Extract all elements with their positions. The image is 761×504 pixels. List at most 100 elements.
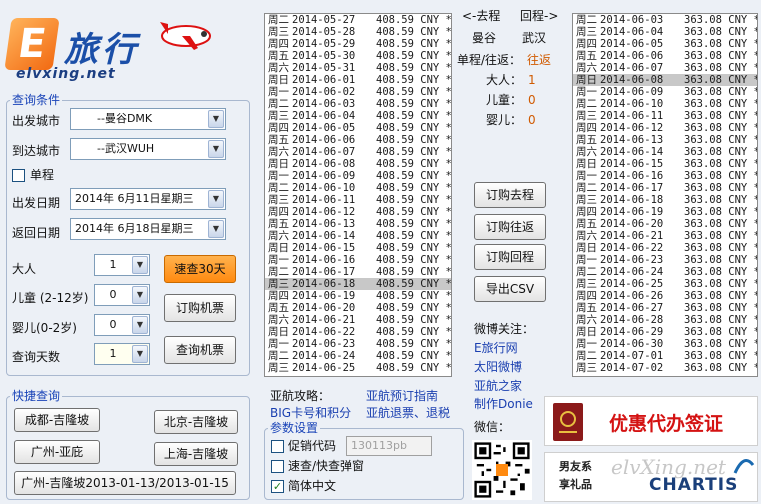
date-list-row[interactable]: 周三 2014-06-04 408.59 CNY * (265, 110, 451, 122)
date-list-row[interactable]: 周一 2014-06-09 408.59 CNY * (265, 170, 451, 182)
weibo-link-sun[interactable]: 太阳微博 (474, 360, 522, 374)
depart-date-picker[interactable]: 2014年 6月11日星期三 ▼ (70, 188, 226, 210)
date-list-row[interactable]: 周三 2014-06-18 408.59 CNY * (265, 278, 451, 290)
date-list-row[interactable]: 周日 2014-06-22 363.08 CNY * (573, 242, 757, 254)
days-select[interactable]: 1 ▼ (94, 343, 150, 365)
date-list-row[interactable]: 周二 2014-05-27 408.59 CNY * (265, 14, 451, 26)
chevron-down-icon[interactable]: ▼ (208, 140, 224, 158)
date-list-row[interactable]: 周四 2014-05-29 408.59 CNY * (265, 38, 451, 50)
date-list-row[interactable]: 周六 2014-06-28 363.08 CNY * (573, 314, 757, 326)
date-list-row[interactable]: 周六 2014-06-07 363.08 CNY * (573, 62, 757, 74)
date-list-row[interactable]: 周四 2014-06-12 408.59 CNY * (265, 206, 451, 218)
oneway-checkbox[interactable] (12, 169, 25, 182)
date-list-row[interactable]: 周一 2014-06-16 363.08 CNY * (573, 170, 757, 182)
outbound-date-list[interactable]: 周二 2014-05-27 408.59 CNY * 周三 2014-05-28 408.… (264, 13, 452, 377)
to-city-select[interactable]: --武汉WUH ▼ (70, 138, 226, 160)
date-list-row[interactable]: 周五 2014-06-20 363.08 CNY * (573, 218, 757, 230)
date-list-row[interactable]: 周三 2014-05-28 408.59 CNY * (265, 26, 451, 38)
date-list-row[interactable]: 周二 2014-06-24 408.59 CNY * (265, 350, 451, 362)
date-list-row[interactable]: 周六 2014-06-07 408.59 CNY * (265, 146, 451, 158)
date-list-row[interactable]: 周三 2014-06-04 363.08 CNY * (573, 26, 757, 38)
calendar-dropdown-icon[interactable]: ▼ (208, 190, 224, 208)
date-list-row[interactable]: 周三 2014-07-02 363.08 CNY * (573, 362, 757, 374)
date-list-row[interactable]: 周日 2014-06-15 408.59 CNY * (265, 242, 451, 254)
date-list-row[interactable]: 周五 2014-06-13 363.08 CNY * (573, 134, 757, 146)
date-list-row[interactable]: 周一 2014-06-30 363.08 CNY * (573, 338, 757, 350)
date-list-row[interactable]: 周日 2014-06-29 363.08 CNY * (573, 326, 757, 338)
date-list-row[interactable]: 周五 2014-06-20 408.59 CNY * (265, 302, 451, 314)
calendar-dropdown-icon[interactable]: ▼ (208, 220, 224, 238)
order-ticket-button[interactable]: 订购机票 (164, 294, 236, 322)
infant-select[interactable]: 0 ▼ (94, 314, 150, 336)
return-date-list[interactable]: 周二 2014-06-03 363.08 CNY * 周三 2014-06-04 363.… (572, 13, 758, 377)
date-list-row[interactable]: 周六 2014-06-21 408.59 CNY * (265, 314, 451, 326)
chevron-down-icon[interactable]: ▼ (132, 316, 148, 334)
date-list-row[interactable]: 周日 2014-06-08 408.59 CNY * (265, 158, 451, 170)
date-list-row[interactable]: 周一 2014-06-23 408.59 CNY * (265, 338, 451, 350)
date-list-row[interactable]: 周日 2014-06-01 408.59 CNY * (265, 74, 451, 86)
book-return-button[interactable]: 订购回程 (474, 244, 546, 270)
date-list-row[interactable]: 周四 2014-06-05 408.59 CNY * (265, 122, 451, 134)
date-list-row[interactable]: 周五 2014-06-06 363.08 CNY * (573, 50, 757, 62)
visa-ad-banner[interactable]: 优惠代办签证 (544, 396, 758, 446)
date-list-row[interactable]: 周日 2014-06-22 408.59 CNY * (265, 326, 451, 338)
date-list-row[interactable]: 周二 2014-06-03 408.59 CNY * (265, 98, 451, 110)
weibo-link-donie[interactable]: 制作Donie (474, 397, 533, 411)
promo-code-input[interactable]: 130113pb (346, 436, 432, 456)
book-round-button[interactable]: 订购往返 (474, 214, 546, 240)
date-list-row[interactable]: 周一 2014-06-16 408.59 CNY * (265, 254, 451, 266)
date-list-row[interactable]: 周三 2014-06-25 408.59 CNY * (265, 362, 451, 374)
quick-beijing-kl-button[interactable]: 北京-吉隆坡 (154, 410, 238, 434)
chevron-down-icon[interactable]: ▼ (132, 256, 148, 274)
date-list-row[interactable]: 周六 2014-06-14 408.59 CNY * (265, 230, 451, 242)
gift-ad-banner[interactable]: 男友系 享礼品 CHARTIS elvXing.net (544, 452, 758, 502)
big-card-link[interactable]: BIG卡号和积分 (270, 406, 351, 420)
quick-guangzhou-kk-button[interactable]: 广州-亚庇 (14, 440, 100, 464)
promo-checkbox[interactable] (271, 440, 284, 453)
date-list-row[interactable]: 周六 2014-06-14 363.08 CNY * (573, 146, 757, 158)
search-ticket-button[interactable]: 查询机票 (164, 336, 236, 364)
date-list-row[interactable]: 周六 2014-05-31 408.59 CNY * (265, 62, 451, 74)
date-list-row[interactable]: 周一 2014-06-09 363.08 CNY * (573, 86, 757, 98)
date-list-row[interactable]: 周三 2014-06-25 363.08 CNY * (573, 278, 757, 290)
from-city-select[interactable]: --曼谷DMK ▼ (70, 108, 226, 130)
date-list-row[interactable]: 周五 2014-06-13 408.59 CNY * (265, 218, 451, 230)
simplified-chinese-checkbox[interactable]: ✓ (271, 480, 284, 493)
date-list-row[interactable]: 周二 2014-06-10 363.08 CNY * (573, 98, 757, 110)
date-list-row[interactable]: 周一 2014-06-23 363.08 CNY * (573, 254, 757, 266)
date-list-row[interactable]: 周二 2014-06-17 408.59 CNY * (265, 266, 451, 278)
date-list-row[interactable]: 周日 2014-06-08 363.08 CNY * (573, 74, 757, 86)
book-outbound-button[interactable]: 订购去程 (474, 182, 546, 208)
refund-tax-link[interactable]: 亚航退票、退税 (366, 406, 450, 420)
chevron-down-icon[interactable]: ▼ (132, 286, 148, 304)
date-list-row[interactable]: 周二 2014-06-03 363.08 CNY * (573, 14, 757, 26)
date-list-row[interactable]: 周一 2014-06-02 408.59 CNY * (265, 86, 451, 98)
quick-guangzhou-kl-dates-button[interactable]: 广州-吉隆坡2013-01-13/2013-01-15 (14, 471, 236, 495)
date-list-row[interactable]: 周五 2014-06-06 408.59 CNY * (265, 134, 451, 146)
chevron-down-icon[interactable]: ▼ (132, 345, 148, 363)
quick-shanghai-kl-button[interactable]: 上海-吉隆坡 (154, 442, 238, 466)
quick-chengdu-kl-button[interactable]: 成都-吉隆坡 (14, 408, 100, 432)
fast-search-30-button[interactable]: 速查30天 (164, 255, 236, 283)
date-list-row[interactable]: 周日 2014-06-15 363.08 CNY * (573, 158, 757, 170)
date-list-row[interactable]: 周四 2014-06-19 408.59 CNY * (265, 290, 451, 302)
date-list-row[interactable]: 周二 2014-06-10 408.59 CNY * (265, 182, 451, 194)
airasia-booking-guide-link[interactable]: 亚航预订指南 (366, 389, 438, 403)
weibo-link-airasia-home[interactable]: 亚航之家 (474, 379, 522, 393)
date-list-row[interactable]: 周三 2014-06-11 408.59 CNY * (265, 194, 451, 206)
adult-select[interactable]: 1 ▼ (94, 254, 150, 276)
child-select[interactable]: 0 ▼ (94, 284, 150, 306)
date-list-row[interactable]: 周五 2014-05-30 408.59 CNY * (265, 50, 451, 62)
date-list-row[interactable]: 周五 2014-06-27 363.08 CNY * (573, 302, 757, 314)
date-list-row[interactable]: 周四 2014-06-05 363.08 CNY * (573, 38, 757, 50)
popup-checkbox[interactable] (271, 460, 284, 473)
date-list-row[interactable]: 周三 2014-06-18 363.08 CNY * (573, 194, 757, 206)
date-list-row[interactable]: 周六 2014-06-21 363.08 CNY * (573, 230, 757, 242)
date-list-row[interactable]: 周四 2014-06-12 363.08 CNY * (573, 122, 757, 134)
chevron-down-icon[interactable]: ▼ (208, 110, 224, 128)
return-date-picker[interactable]: 2014年 6月18日星期三 ▼ (70, 218, 226, 240)
date-list-row[interactable]: 周四 2014-06-19 363.08 CNY * (573, 206, 757, 218)
date-list-row[interactable]: 周二 2014-06-17 363.08 CNY * (573, 182, 757, 194)
date-list-row[interactable]: 周二 2014-06-24 363.08 CNY * (573, 266, 757, 278)
date-list-row[interactable]: 周三 2014-06-11 363.08 CNY * (573, 110, 757, 122)
